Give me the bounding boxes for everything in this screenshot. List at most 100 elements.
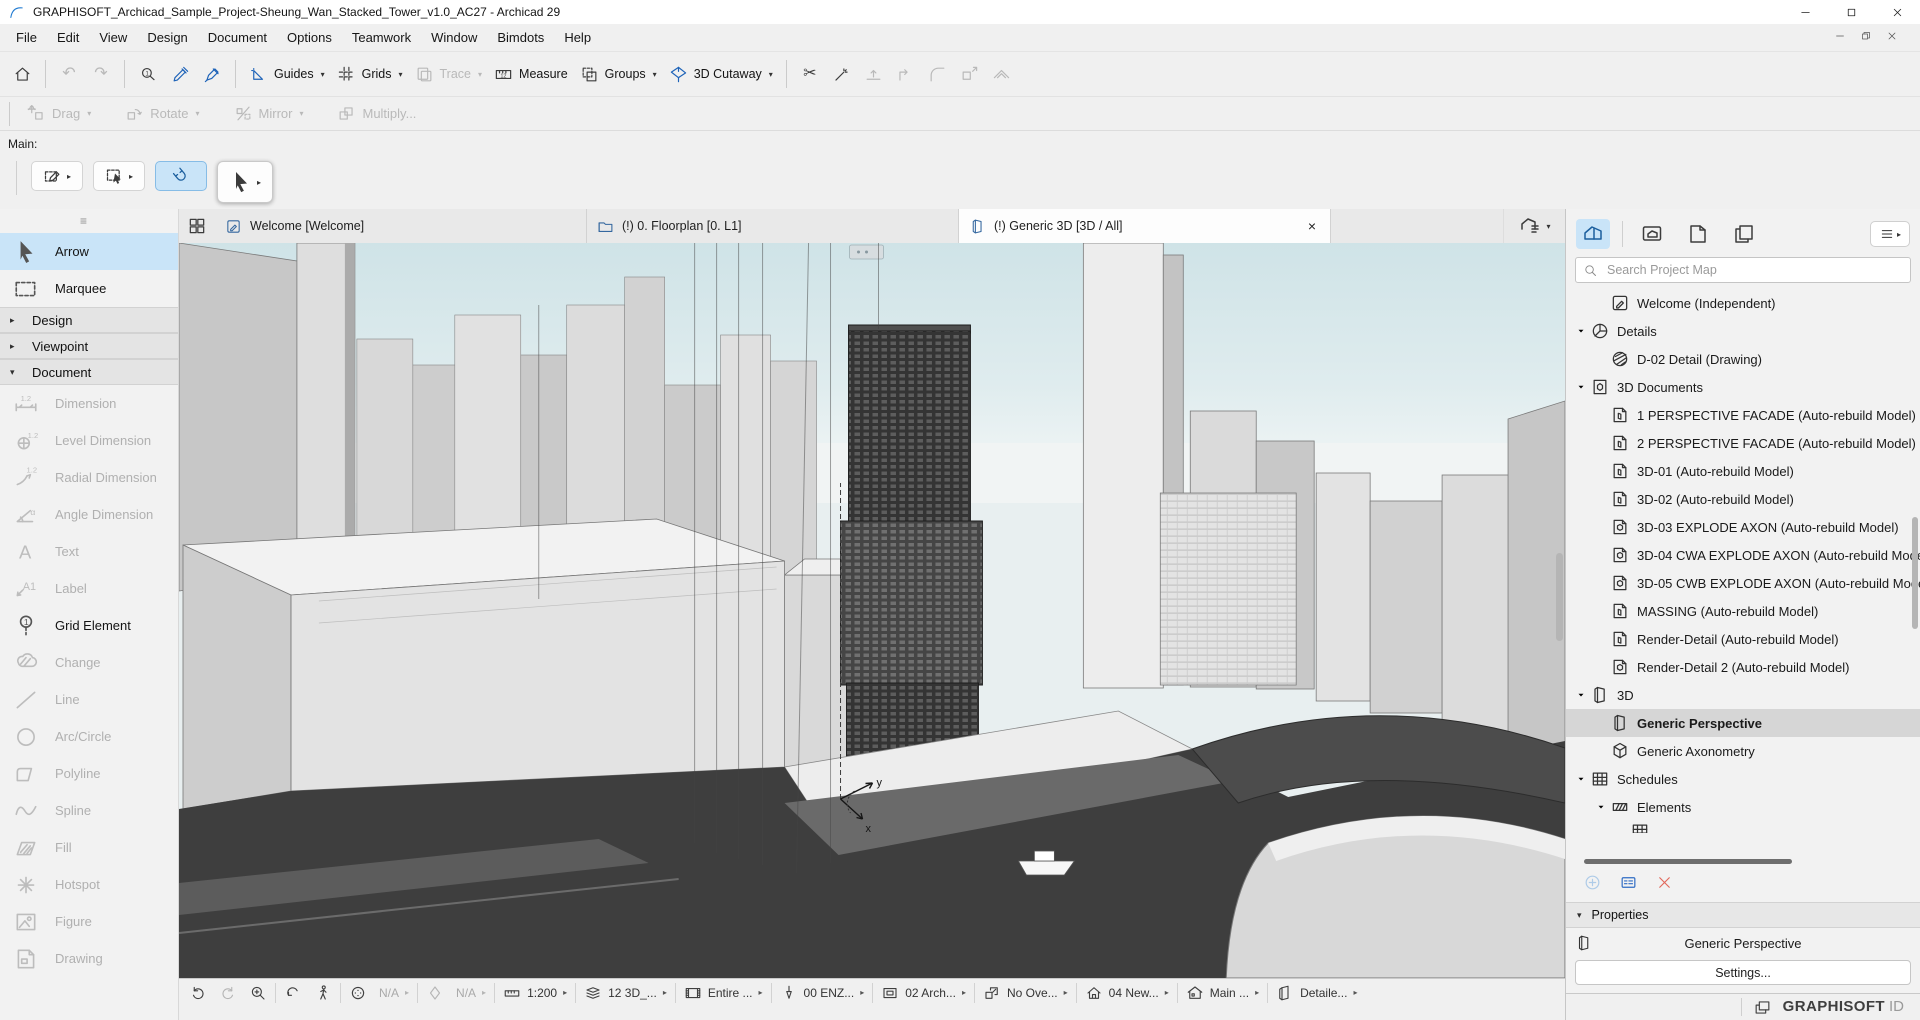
statusbar-zoom-in[interactable]: [243, 981, 273, 1005]
close-icon[interactable]: ×: [1304, 218, 1320, 234]
tree-item-3d-01-auto-rebuild-model[interactable]: 3D-01 (Auto-rebuild Model): [1566, 457, 1920, 485]
document-restore-button[interactable]: [1860, 29, 1872, 47]
menu-window[interactable]: Window: [421, 24, 487, 51]
navigator-view-map-button[interactable]: [1635, 219, 1669, 249]
search-input[interactable]: [1605, 262, 1903, 278]
tree-item-3d[interactable]: 3D: [1566, 681, 1920, 709]
toolbox-tool-figure[interactable]: Figure: [0, 903, 178, 940]
navigator-project-map-button[interactable]: [1576, 219, 1610, 249]
toolbar-roof-button[interactable]: [986, 58, 1018, 90]
quicktool-marquee-pen-button[interactable]: ▸: [31, 161, 83, 191]
toolbox-tool-marquee[interactable]: Marquee: [0, 270, 178, 307]
toolbar-rotate-button[interactable]: Rotate▾: [115, 98, 209, 130]
organize-views-button[interactable]: ▾: [1503, 209, 1565, 243]
tree-item-3d-04-cwa-explode-axon-auto-rebuild-model[interactable]: 3D-04 CWA EXPLODE AXON (Auto-rebuild Mod…: [1566, 541, 1920, 569]
toolbox-section-design[interactable]: ▸Design: [0, 307, 178, 333]
navigator-layout-book-button[interactable]: [1681, 219, 1715, 249]
statusbar-detaile[interactable]: Detaile...▸: [1270, 981, 1363, 1005]
toolbox-tool-polyline[interactable]: Polyline: [0, 755, 178, 792]
statusbar-nav-forward[interactable]: [213, 981, 243, 1005]
statusbar-no-ove[interactable]: No Ove...▸: [977, 981, 1074, 1005]
quicktool-cursor-button[interactable]: ▸: [217, 161, 273, 203]
menu-bimdots[interactable]: Bimdots: [487, 24, 554, 51]
chevron-down-icon[interactable]: [1572, 325, 1590, 337]
statusbar-marker[interactable]: [420, 981, 450, 1005]
toolbox-tool-arrow[interactable]: Arrow: [0, 233, 178, 270]
chevron-down-icon[interactable]: [1572, 381, 1590, 393]
toolbar-split-button[interactable]: ✂: [794, 58, 826, 90]
toolbox-tool-level-dimension[interactable]: 1.2Level Dimension: [0, 422, 178, 459]
toolbar-stretch-button[interactable]: [954, 58, 986, 90]
statusbar-1-200[interactable]: 1:200▸: [497, 981, 573, 1005]
close-button[interactable]: [1874, 0, 1920, 24]
menu-document[interactable]: Document: [198, 24, 277, 51]
toolbox-section-document[interactable]: ▾Document: [0, 359, 178, 385]
card-view-button[interactable]: [1619, 873, 1638, 897]
tree-vertical-scrollbar[interactable]: [1912, 517, 1918, 629]
navigator-menu-button[interactable]: ▸: [1870, 221, 1910, 247]
toolbox-tool-dimension[interactable]: 1.2Dimension: [0, 385, 178, 422]
document-close-button[interactable]: [1886, 29, 1898, 47]
toolbox-tool-hotspot[interactable]: Hotspot: [0, 866, 178, 903]
tree-item-massing-auto-rebuild-model[interactable]: MASSING (Auto-rebuild Model): [1566, 597, 1920, 625]
toolbar-eyedropper-button[interactable]: [164, 58, 196, 90]
toolbox-tool-arc-circle[interactable]: Arc/Circle: [0, 718, 178, 755]
statusbar-04-new[interactable]: 04 New...▸: [1079, 981, 1175, 1005]
statusbar-walk[interactable]: [308, 981, 338, 1005]
statusbar-main[interactable]: Main ...▸: [1180, 981, 1265, 1005]
menu-design[interactable]: Design: [137, 24, 197, 51]
tree-item-generic-axonometry[interactable]: Generic Axonometry: [1566, 737, 1920, 765]
toolbox-tool-grid-element[interactable]: 1Grid Element: [0, 607, 178, 644]
tab-0-floorplan-0-l1[interactable]: (!) 0. Floorplan [0. L1]: [587, 209, 959, 243]
properties-header[interactable]: ▾ Properties: [1566, 902, 1920, 928]
quicktool-marquee-cursor-button[interactable]: ▸: [93, 161, 145, 191]
tree-item-3d-05-cwb-explode-axon-auto-rebuild-model[interactable]: 3D-05 CWB EXPLODE AXON (Auto-rebuild Mod…: [1566, 569, 1920, 597]
statusbar-00-enz[interactable]: 00 ENZ...▸: [774, 981, 871, 1005]
toolbar-intersect-button[interactable]: [858, 58, 890, 90]
statusbar-explore[interactable]: [343, 981, 373, 1005]
toolbar-adjust-button[interactable]: [826, 58, 858, 90]
statusbar-12-3d[interactable]: 12 3D_...▸: [578, 981, 673, 1005]
statusbar-n-a[interactable]: N/A▸: [373, 981, 415, 1005]
tab-welcome-welcome[interactable]: Welcome [Welcome]: [215, 209, 587, 243]
tree-item-welcome-independent[interactable]: Welcome (Independent): [1566, 289, 1920, 317]
statusbar-02-arch[interactable]: 02 Arch...▸: [875, 981, 972, 1005]
tree-item-generic-perspective[interactable]: Generic Perspective: [1566, 709, 1920, 737]
document-minimize-button[interactable]: [1834, 29, 1846, 47]
minimize-button[interactable]: [1782, 0, 1828, 24]
menu-view[interactable]: View: [89, 24, 137, 51]
tree-item-2-perspective-facade-auto-rebuild-model[interactable]: 2 PERSPECTIVE FACADE (Auto-rebuild Model…: [1566, 429, 1920, 457]
toolbox-tool-angle-dimension[interactable]: αAngle Dimension: [0, 496, 178, 533]
toolbar-search-select-button[interactable]: 1: [132, 58, 164, 90]
toolbar-trace-button[interactable]: Trace▾: [409, 58, 489, 90]
toolbox-tool-label[interactable]: A1Label: [0, 570, 178, 607]
toolbar-undo-button[interactable]: ↶: [53, 58, 85, 90]
toolbox-section-viewpoint[interactable]: ▸Viewpoint: [0, 333, 178, 359]
chevron-down-icon[interactable]: [1572, 689, 1590, 701]
toolbar-drag-button[interactable]: Drag▾: [17, 98, 101, 130]
toolbar-grids-button[interactable]: Grids▾: [331, 58, 409, 90]
tree-item-1-perspective-facade-auto-rebuild-model[interactable]: 1 PERSPECTIVE FACADE (Auto-rebuild Model…: [1566, 401, 1920, 429]
settings-button[interactable]: Settings...: [1575, 960, 1911, 985]
chevron-down-icon[interactable]: [1572, 773, 1590, 785]
quicktool-magnet-button[interactable]: [155, 161, 207, 191]
toolbar-3d-cutaway-button[interactable]: 3D Cutaway▾: [663, 58, 779, 90]
toolbox-tool-change[interactable]: Change: [0, 644, 178, 681]
menu-help[interactable]: Help: [554, 24, 601, 51]
tree-item-d-02-detail-drawing[interactable]: D-02 Detail (Drawing): [1566, 345, 1920, 373]
3d-viewport[interactable]: y x: [179, 243, 1565, 978]
toolbox-drag-handle[interactable]: ≡: [0, 209, 178, 233]
menu-edit[interactable]: Edit: [47, 24, 89, 51]
navigator-publisher-sets-button[interactable]: [1727, 219, 1761, 249]
toolbox-tool-text[interactable]: AText: [0, 533, 178, 570]
toolbar-redo-button[interactable]: ↷: [85, 58, 117, 90]
toolbox-tool-radial-dimension[interactable]: 1.2Radial Dimension: [0, 459, 178, 496]
tree-item-3d-03-explode-axon-auto-rebuild-model[interactable]: 3D-03 EXPLODE AXON (Auto-rebuild Model): [1566, 513, 1920, 541]
tree-item-partial[interactable]: [1566, 821, 1920, 833]
plus-circle-button[interactable]: [1583, 873, 1602, 897]
tree-item-render-detail-auto-rebuild-model[interactable]: Render-Detail (Auto-rebuild Model): [1566, 625, 1920, 653]
delete-x-button[interactable]: [1655, 873, 1674, 897]
tab-generic-3d-3d-all[interactable]: (!) Generic 3D [3D / All]×: [959, 209, 1331, 243]
statusbar-orbit[interactable]: [278, 981, 308, 1005]
toolbar-multiply-button[interactable]: Multiply...: [327, 98, 426, 130]
